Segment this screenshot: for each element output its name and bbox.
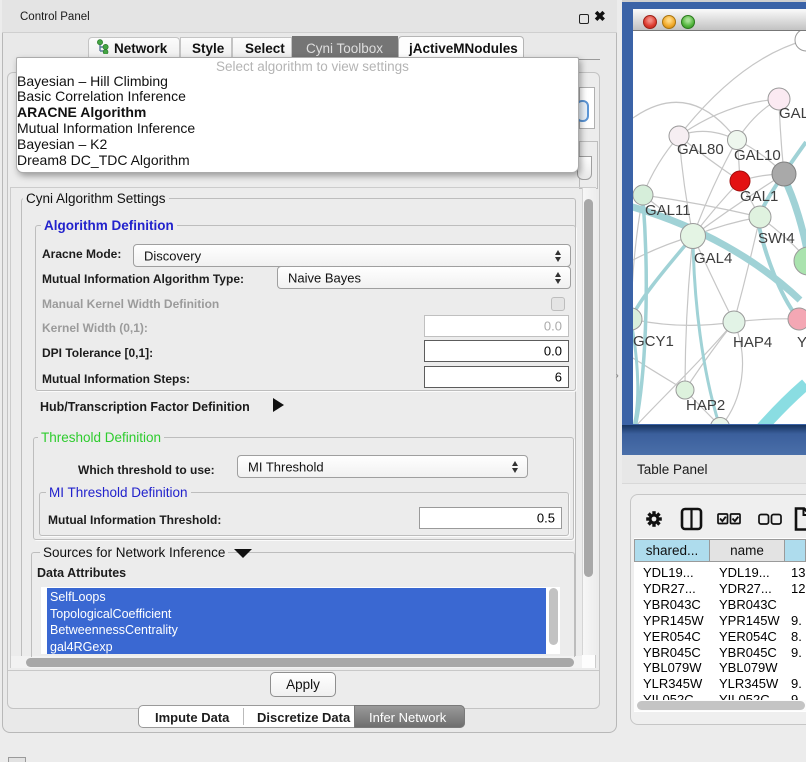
svg-text:GAL8: GAL8 xyxy=(779,105,806,122)
svg-text:SWI4: SWI4 xyxy=(758,230,795,247)
svg-text:GAL1: GAL1 xyxy=(740,188,778,205)
svg-text:HAP2: HAP2 xyxy=(686,397,725,414)
svg-text:GAL80: GAL80 xyxy=(677,141,724,158)
svg-text:GCY1: GCY1 xyxy=(633,333,674,350)
svg-text:GAL10: GAL10 xyxy=(734,147,781,164)
svg-text:GAL4: GAL4 xyxy=(694,250,732,267)
svg-text:HAP4: HAP4 xyxy=(733,334,772,351)
svg-text:GAL11: GAL11 xyxy=(645,202,691,219)
svg-text:Y: Y xyxy=(797,334,806,351)
